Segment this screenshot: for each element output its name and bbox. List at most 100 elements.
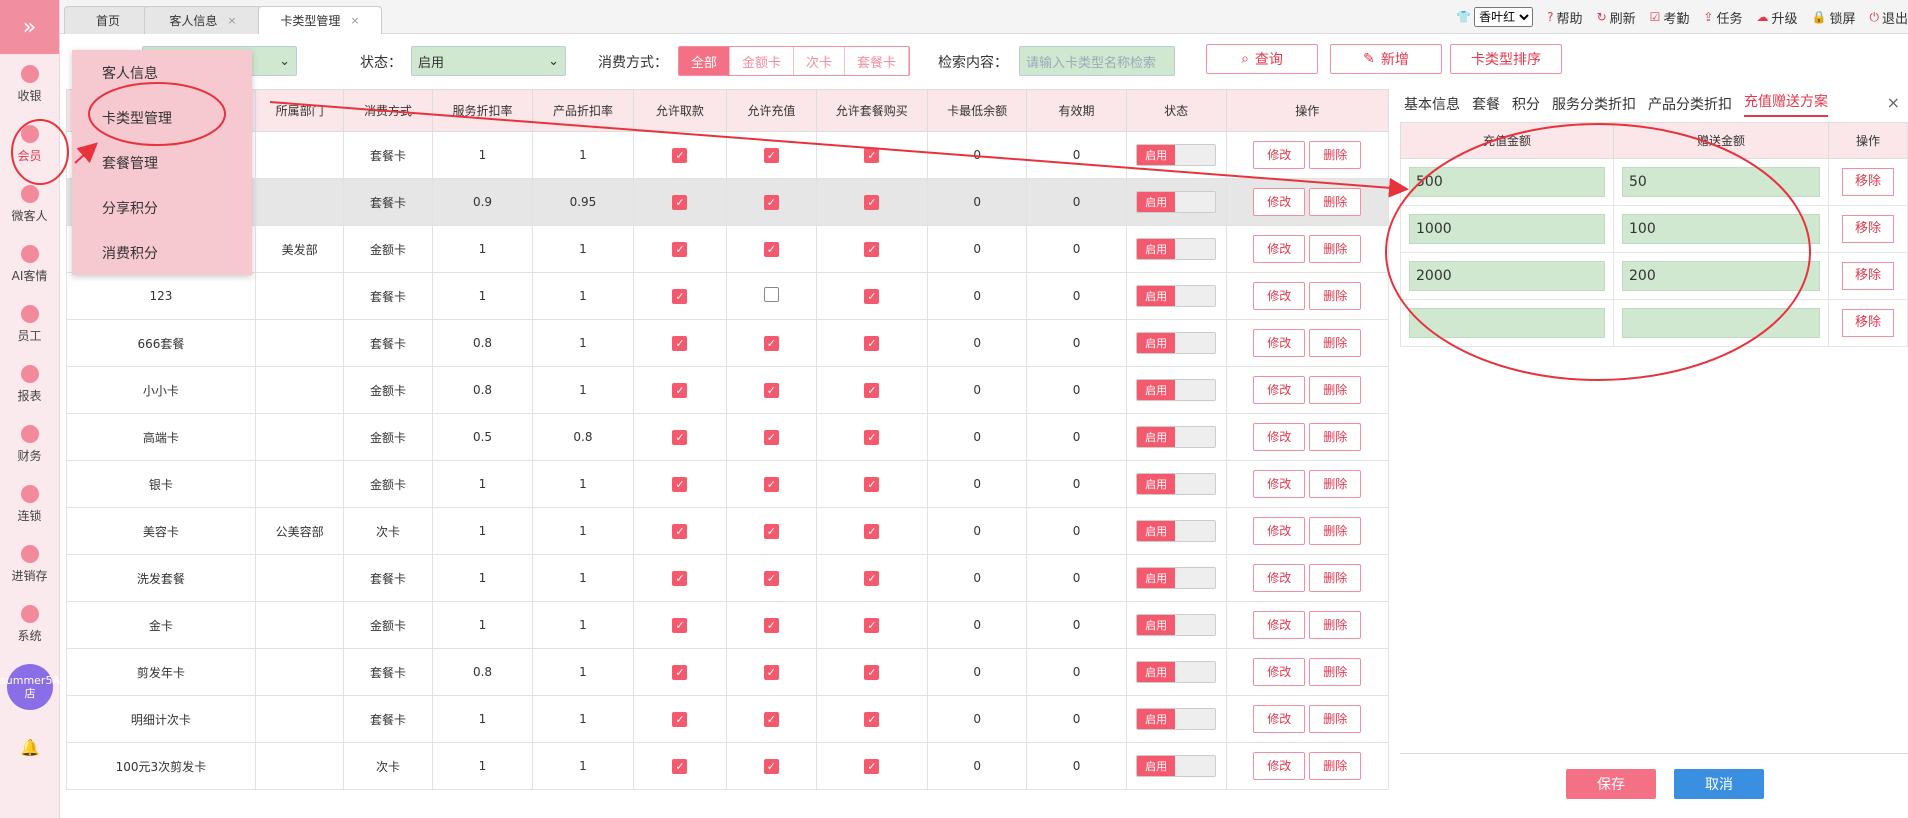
sidebar-item-9[interactable]: 系统 — [0, 594, 59, 654]
delete-button[interactable]: 删除 — [1309, 376, 1362, 404]
checkbox[interactable]: ✓ — [864, 147, 880, 163]
logout-button[interactable]: ⏻ 退出 — [1869, 8, 1908, 27]
checkbox[interactable]: ✓ — [672, 382, 688, 398]
delete-button[interactable]: 删除 — [1309, 329, 1362, 357]
checkbox[interactable]: ✓ — [864, 476, 880, 492]
remove-button[interactable]: 移除 — [1842, 168, 1894, 196]
checkbox[interactable]: ✓ — [672, 194, 688, 210]
tab-card-type[interactable]: 卡类型管理 × — [258, 6, 382, 34]
status-toggle[interactable]: 启用 — [1136, 144, 1217, 166]
checkbox[interactable]: ✓ — [672, 570, 688, 586]
upgrade-button[interactable]: ☁ 升级 — [1757, 8, 1798, 27]
edit-button[interactable]: 修改 — [1253, 141, 1306, 169]
remove-button[interactable]: 移除 — [1842, 215, 1894, 243]
checkbox[interactable]: ✓ — [763, 382, 779, 398]
edit-button[interactable]: 修改 — [1253, 188, 1306, 216]
checkbox[interactable]: ✓ — [763, 617, 779, 633]
sidebar-item-5[interactable]: 报表 — [0, 354, 59, 414]
refresh-button[interactable]: ↻ 刷新 — [1597, 8, 1636, 27]
avatar[interactable]: summer5A店 — [0, 664, 60, 710]
edit-button[interactable]: 修改 — [1253, 564, 1306, 592]
status-select[interactable]: 启用 ⌄ — [411, 46, 566, 76]
delete-button[interactable]: 删除 — [1309, 611, 1362, 639]
checkbox[interactable]: ✓ — [864, 241, 880, 257]
checkbox[interactable]: ✓ — [763, 476, 779, 492]
status-toggle[interactable]: 启用 — [1136, 614, 1217, 636]
cancel-button[interactable]: 取消 — [1674, 769, 1764, 799]
help-button[interactable]: ? 帮助 — [1547, 8, 1582, 27]
tab-package[interactable]: 套餐 — [1472, 94, 1500, 114]
tab-product-discount[interactable]: 产品分类折扣 — [1648, 94, 1732, 114]
seg-times[interactable]: 次卡 — [794, 47, 846, 75]
sidebar-item-1[interactable]: 会员 — [0, 114, 59, 174]
tab-service-discount[interactable]: 服务分类折扣 — [1552, 94, 1636, 114]
sidebar-item-7[interactable]: 连锁 — [0, 474, 59, 534]
status-toggle[interactable]: 启用 — [1136, 520, 1217, 542]
save-button[interactable]: 保存 — [1566, 769, 1656, 799]
status-toggle[interactable]: 启用 — [1136, 567, 1217, 589]
checkbox[interactable]: ✓ — [864, 335, 880, 351]
edit-button[interactable]: 修改 — [1253, 470, 1306, 498]
checkbox[interactable]: ✓ — [864, 570, 880, 586]
checkbox[interactable]: ✓ — [763, 523, 779, 539]
remove-button[interactable]: 移除 — [1842, 262, 1894, 290]
checkbox[interactable]: ✓ — [672, 758, 688, 774]
edit-button[interactable]: 修改 — [1253, 517, 1306, 545]
expand-icon[interactable]: » — [0, 0, 59, 54]
checkbox[interactable]: ✓ — [864, 711, 880, 727]
sort-button[interactable]: 卡类型排序 — [1450, 44, 1562, 74]
sidebar-item-0[interactable]: 收银 — [0, 54, 59, 114]
task-button[interactable]: ⇪ 任务 — [1703, 8, 1742, 27]
checkbox[interactable]: ✓ — [864, 523, 880, 539]
status-toggle[interactable]: 启用 — [1136, 191, 1217, 213]
delete-button[interactable]: 删除 — [1309, 188, 1362, 216]
checkbox[interactable]: ✓ — [672, 288, 688, 304]
checkbox[interactable]: ✓ — [763, 429, 779, 445]
sidebar-item-3[interactable]: AI客情 — [0, 234, 59, 294]
menu-item-package[interactable]: 套餐管理 — [72, 140, 252, 185]
checkbox[interactable]: ✓ — [672, 241, 688, 257]
edit-button[interactable]: 修改 — [1253, 752, 1306, 780]
tab-basic[interactable]: 基本信息 — [1404, 94, 1460, 114]
delete-button[interactable]: 删除 — [1309, 141, 1362, 169]
search-input[interactable]: 请输入卡类型名称检索 — [1019, 46, 1175, 76]
delete-button[interactable]: 删除 — [1309, 752, 1362, 780]
close-icon[interactable]: × — [227, 14, 236, 27]
sidebar-item-4[interactable]: 员工 — [0, 294, 59, 354]
attendance-button[interactable]: ☑ 考勤 — [1650, 8, 1690, 27]
sidebar-item-8[interactable]: 进销存 — [0, 534, 59, 594]
tab-guest-info[interactable]: 客人信息 × — [144, 6, 262, 34]
status-toggle[interactable]: 启用 — [1136, 473, 1217, 495]
delete-button[interactable]: 删除 — [1309, 282, 1362, 310]
close-icon[interactable]: × — [1887, 93, 1900, 112]
delete-button[interactable]: 删除 — [1309, 235, 1362, 263]
edit-button[interactable]: 修改 — [1253, 282, 1306, 310]
bonus-input[interactable]: 200 — [1622, 261, 1820, 291]
seg-amount[interactable]: 金额卡 — [730, 47, 795, 75]
recharge-input[interactable] — [1409, 308, 1605, 338]
status-toggle[interactable]: 启用 — [1136, 238, 1217, 260]
seg-all[interactable]: 全部 — [679, 47, 731, 75]
checkbox[interactable]: ✓ — [672, 523, 688, 539]
recharge-input[interactable]: 2000 — [1409, 261, 1605, 291]
checkbox[interactable]: ✓ — [864, 617, 880, 633]
tab-home[interactable]: 首页 — [64, 6, 152, 34]
checkbox[interactable]: ✓ — [763, 664, 779, 680]
edit-button[interactable]: 修改 — [1253, 611, 1306, 639]
user-select[interactable]: 👕 香叶红 — [1456, 7, 1534, 27]
close-icon[interactable]: × — [350, 14, 359, 27]
remove-button[interactable]: 移除 — [1842, 309, 1894, 337]
delete-button[interactable]: 删除 — [1309, 423, 1362, 451]
checkbox[interactable]: ✓ — [672, 429, 688, 445]
checkbox[interactable]: ✓ — [864, 758, 880, 774]
delete-button[interactable]: 删除 — [1309, 658, 1362, 686]
menu-item-consume-points[interactable]: 消费积分 — [72, 230, 252, 275]
seg-package[interactable]: 套餐卡 — [845, 47, 910, 75]
checkbox[interactable]: ✓ — [672, 711, 688, 727]
bonus-input[interactable]: 100 — [1622, 214, 1820, 244]
delete-button[interactable]: 删除 — [1309, 564, 1362, 592]
bonus-input[interactable] — [1622, 308, 1820, 338]
checkbox[interactable]: ✓ — [672, 664, 688, 680]
checkbox[interactable]: ✓ — [763, 194, 779, 210]
tab-recharge-bonus[interactable]: 充值赠送方案 — [1744, 91, 1828, 117]
